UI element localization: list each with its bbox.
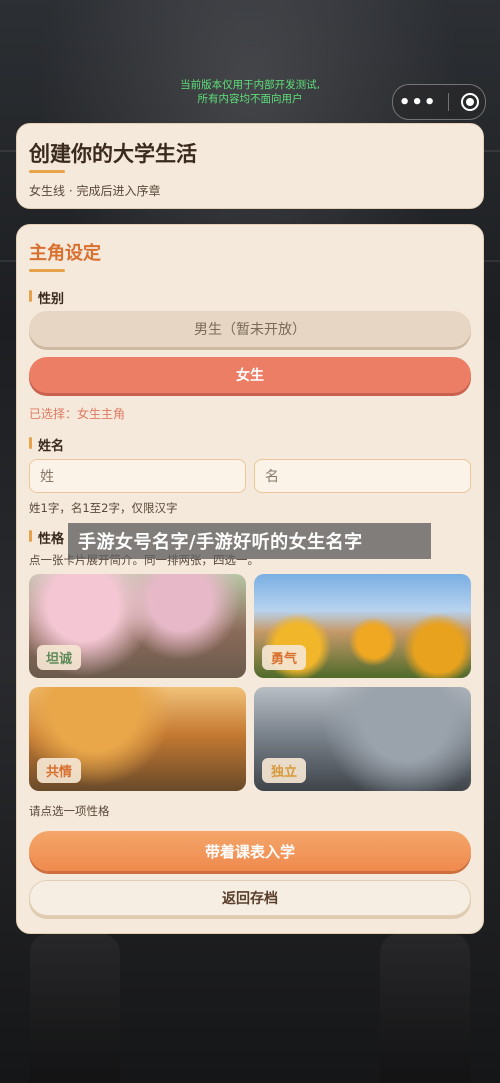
personality-badge: 独立 [262, 758, 307, 783]
section-title: 主角设定 [29, 243, 101, 264]
dev-notice: 当前版本仅用于内部开发测试, 所有内容均不面向用户 [140, 78, 360, 106]
protagonist-card: 主角设定 性别 男生（暂未开放） 女生 已选择：女生主角 姓名 姓 名 姓1字，… [16, 224, 484, 934]
capsule-divider [448, 93, 450, 111]
enroll-button[interactable]: 带着课表入学 [29, 831, 471, 871]
dev-notice-line2: 所有内容均不面向用户 [197, 93, 303, 105]
section-underline [29, 269, 65, 272]
page-subtitle: 女生线 · 完成后进入序章 [29, 184, 161, 198]
watermark-banner: 手游女号名字/手游好听的女生名字 [68, 523, 431, 559]
personality-card-empathy[interactable]: 共情 [29, 687, 246, 791]
title-underline [29, 170, 65, 173]
personality-prompt: 请点选一项性格 [29, 804, 110, 818]
name-label: 姓名 [29, 435, 64, 454]
dev-notice-line1: 当前版本仅用于内部开发测试, [180, 79, 320, 91]
personality-badge: 共情 [37, 758, 82, 783]
miniprogram-capsule: ••• [392, 84, 486, 120]
personality-card-independence[interactable]: 独立 [254, 687, 471, 791]
target-circle-icon[interactable] [461, 93, 480, 111]
back-to-saves-button[interactable]: 返回存档 [29, 880, 471, 916]
header-card: 创建你的大学生活 女生线 · 完成后进入序章 [16, 123, 484, 209]
gender-label: 性别 [29, 288, 64, 307]
given-name-input[interactable]: 名 [254, 459, 471, 493]
gender-selected-note: 已选择：女生主角 [29, 407, 126, 421]
personality-badge: 坦诚 [37, 645, 82, 670]
page-title: 创建你的大学生活 [29, 142, 197, 166]
personality-card-candid[interactable]: 坦诚 [29, 574, 246, 678]
personality-badge: 勇气 [262, 645, 307, 670]
female-option-button[interactable]: 女生 [29, 357, 471, 393]
seat-silhouette [30, 933, 120, 1083]
more-dots-icon[interactable]: ••• [399, 92, 437, 113]
personality-card-courage[interactable]: 勇气 [254, 574, 471, 678]
male-option-button[interactable]: 男生（暂未开放） [29, 311, 471, 347]
seat-silhouette [380, 933, 470, 1083]
name-hint: 姓1字，名1至2字，仅限汉字 [29, 501, 178, 515]
surname-input[interactable]: 姓 [29, 459, 246, 493]
personality-label: 性格 [29, 528, 64, 547]
